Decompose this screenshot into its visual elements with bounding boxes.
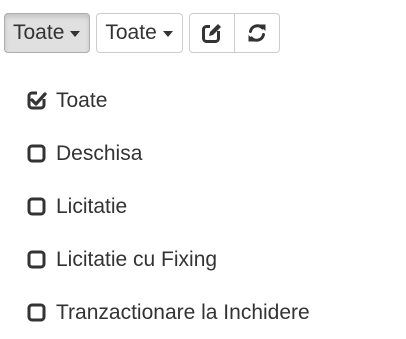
checked-checkbox-icon bbox=[26, 90, 48, 112]
unchecked-checkbox-icon bbox=[26, 302, 48, 324]
caret-down-icon bbox=[162, 31, 173, 37]
menu-item-label: Licitatie bbox=[56, 195, 128, 218]
action-button-group bbox=[188, 13, 280, 53]
menu-item-label: Deschisa bbox=[56, 142, 143, 165]
toolbar: Toate Toate bbox=[4, 13, 280, 53]
menu-item-label: Toate bbox=[56, 89, 108, 112]
secondary-filter-dropdown[interactable]: Toate bbox=[96, 13, 183, 53]
refresh-icon bbox=[248, 24, 266, 42]
unchecked-checkbox-icon bbox=[26, 196, 48, 218]
refresh-button[interactable] bbox=[233, 13, 280, 53]
edit-button[interactable] bbox=[188, 13, 235, 53]
secondary-filter-label: Toate bbox=[105, 21, 157, 44]
menu-item-label: Licitatie cu Fixing bbox=[56, 248, 218, 271]
caret-down-icon bbox=[70, 31, 81, 37]
edit-square-icon bbox=[201, 23, 221, 43]
menu-item-toate[interactable]: Toate bbox=[26, 81, 107, 121]
menu-item-label: Tranzactionare la Inchidere bbox=[56, 301, 310, 324]
menu-item-deschisa[interactable]: Deschisa bbox=[26, 134, 142, 174]
menu-item-licitatie[interactable]: Licitatie bbox=[26, 187, 127, 227]
unchecked-checkbox-icon bbox=[26, 143, 48, 165]
unchecked-checkbox-icon bbox=[26, 249, 48, 271]
menu-item-tranzactionare-la-inchidere[interactable]: Tranzactionare la Inchidere bbox=[26, 293, 310, 333]
status-filter-label: Toate bbox=[13, 21, 65, 44]
status-filter-dropdown[interactable]: Toate bbox=[4, 13, 91, 53]
menu-item-licitatie-cu-fixing[interactable]: Licitatie cu Fixing bbox=[26, 240, 217, 280]
